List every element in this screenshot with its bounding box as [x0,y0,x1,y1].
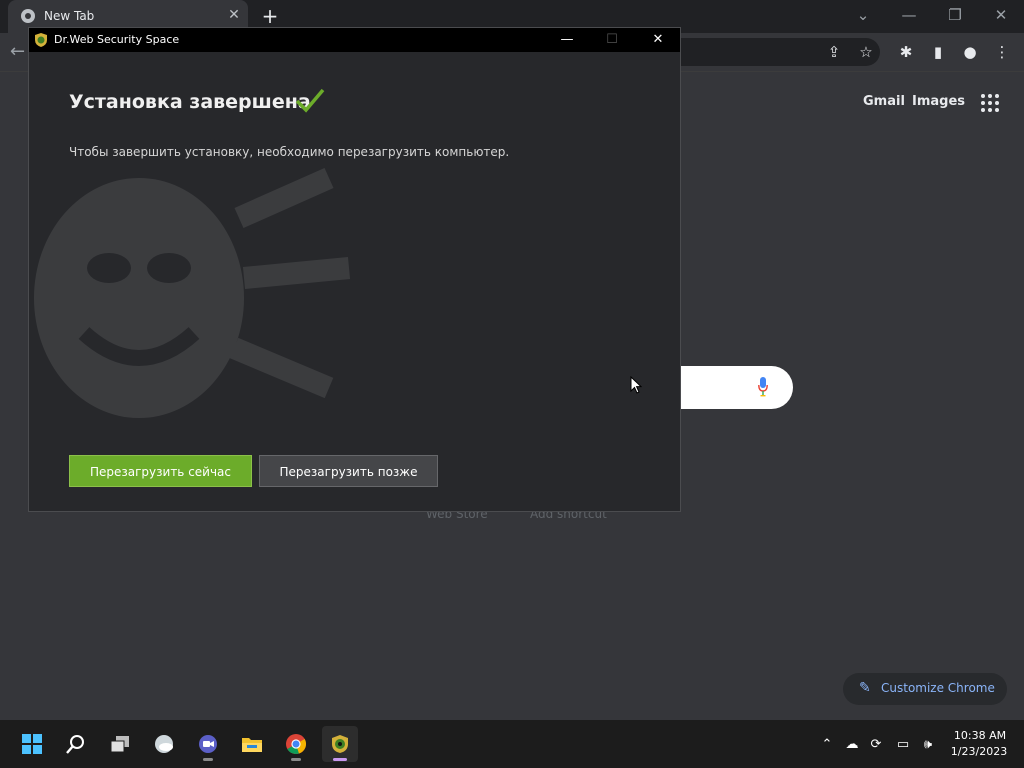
file-explorer-icon [242,738,262,752]
dialog-minimize-button[interactable]: — [547,28,587,52]
chrome-icon [286,734,306,754]
tab-title: New Tab [44,9,95,23]
voice-search-icon[interactable] [758,377,768,397]
bookmark-star-icon[interactable]: ☆ [856,42,876,62]
drweb-logo-icon [35,33,47,47]
dialog-title: Dr.Web Security Space [54,33,180,46]
browser-minimize-button[interactable]: — [897,4,921,26]
network-icon[interactable]: ▭ [894,736,912,754]
tab-close-icon[interactable]: ✕ [226,7,242,23]
mouse-cursor-icon [630,376,642,394]
extensions-icon[interactable]: ✱ [896,42,916,62]
share-icon[interactable]: ⇪ [824,42,844,62]
gmail-link[interactable]: Gmail [863,94,905,109]
new-tab-button[interactable]: + [259,5,281,27]
active-indicator [333,758,347,761]
tab-search-icon[interactable]: ⌄ [851,4,875,26]
teams-chat-button[interactable] [190,726,226,762]
dialog-message: Чтобы завершить установку, необходимо пе… [69,145,510,159]
chrome-menu-icon[interactable]: ⋮ [992,42,1012,62]
running-indicator [203,758,213,761]
dialog-close-button[interactable]: ✕ [638,28,678,52]
widgets-icon [155,735,173,753]
chrome-taskbar-button[interactable] [278,726,314,762]
images-link[interactable]: Images [912,94,965,109]
browser-close-button[interactable]: ✕ [989,4,1013,26]
task-view-icon [110,736,129,753]
chrome-favicon-icon [21,9,35,23]
teams-chat-icon [199,735,217,753]
volume-icon[interactable]: 🕪 [919,736,937,754]
dialog-maximize-button: ☐ [606,32,618,47]
file-explorer-button[interactable] [234,726,270,762]
dialog-titlebar[interactable]: Dr.Web Security Space — ☐ ✕ [29,28,680,52]
taskbar-search-button[interactable] [58,726,94,762]
show-hidden-icons-icon[interactable]: ⌃ [818,736,836,754]
drweb-taskbar-button[interactable] [322,726,358,762]
drweb-installer-icon [332,735,348,753]
clock-time[interactable]: 10:38 AM [950,729,1010,742]
drweb-install-dialog: Dr.Web Security Space — ☐ ✕ Установка за… [28,27,681,512]
onedrive-offline-icon[interactable]: ☁ [843,736,861,754]
customize-chrome-button[interactable]: ✎ Customize Chrome [843,673,1007,705]
pencil-icon: ✎ [859,680,871,696]
widgets-button[interactable] [146,726,182,762]
customize-chrome-label: Customize Chrome [881,681,995,695]
google-apps-icon[interactable] [981,94,999,112]
start-button[interactable] [14,726,50,762]
spider-watermark-icon [34,167,351,418]
checkmark-icon [295,88,325,113]
profile-icon[interactable]: ● [960,42,980,62]
running-indicator [291,758,301,761]
dialog-heading: Установка завершена [69,91,311,113]
restart-later-button[interactable]: Перезагрузить позже [259,455,438,487]
side-panel-icon[interactable]: ▮ [928,42,948,62]
clock-date[interactable]: 1/23/2023 [948,745,1010,758]
restart-now-button[interactable]: Перезагрузить сейчас [69,455,252,487]
browser-restore-button[interactable]: ❐ [943,4,967,26]
search-icon [66,735,84,754]
task-view-button[interactable] [102,726,138,762]
start-icon [22,734,42,754]
sync-alert-icon[interactable]: ⟳ [867,736,885,754]
